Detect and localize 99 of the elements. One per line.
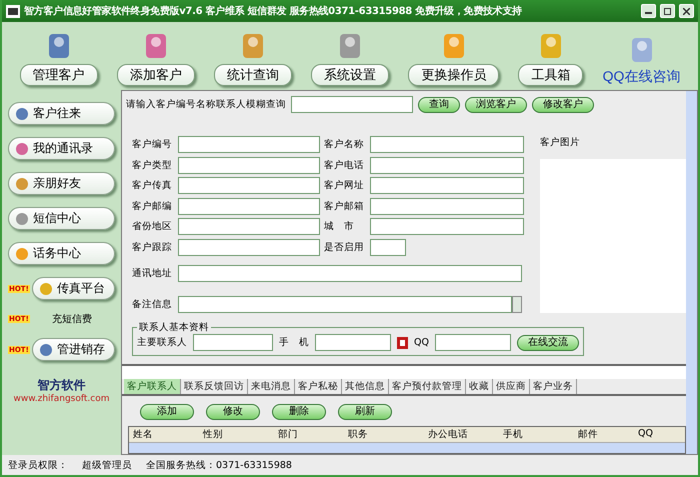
sidebar-icon (15, 106, 29, 120)
text-field[interactable] (370, 238, 406, 256)
search-button[interactable]: 浏览客户 (465, 96, 527, 112)
toolbar-button[interactable]: 更换操作员 (408, 64, 500, 86)
column-header: 性别 (202, 428, 224, 442)
field-label: 客户网址 (324, 179, 365, 192)
sidebar-link[interactable]: 充短信费 (32, 312, 92, 326)
text-field[interactable] (178, 156, 320, 174)
close-button[interactable] (679, 4, 694, 18)
minimize-button[interactable] (641, 4, 656, 18)
field-label: 主要联系人 (137, 336, 187, 349)
text-field[interactable] (370, 156, 524, 174)
phone-icon[interactable] (397, 336, 408, 348)
status-text: 登录员权限： (8, 458, 68, 472)
detail-tab[interactable]: 客户私秘 (295, 379, 342, 394)
qq-consult-link[interactable]: QQ在线咨询 (602, 68, 680, 86)
detail-tab[interactable]: 收藏 (466, 379, 493, 394)
sidebar-button[interactable]: 管进销存 (32, 338, 115, 361)
sidebar-icon (15, 142, 29, 156)
sidebar-button[interactable]: 话务中心 (8, 242, 115, 265)
sidebar-button[interactable]: 亲朋好友 (8, 172, 115, 195)
search-field[interactable] (291, 96, 413, 113)
field-label: 城 市 (324, 220, 355, 234)
text-field[interactable] (193, 334, 273, 351)
maximize-button[interactable] (660, 4, 675, 18)
column-header: 姓名 (132, 428, 154, 442)
detail-tab[interactable]: 联系反馈回访 (181, 379, 248, 394)
field-label: 客户名称 (324, 138, 365, 152)
field-label: 备注信息 (132, 298, 173, 311)
action-button[interactable]: 删除 (272, 404, 326, 420)
text-field[interactable] (178, 238, 320, 256)
app-icon (6, 4, 20, 18)
field-label: 客户邮箱 (324, 200, 365, 213)
text-field[interactable] (370, 198, 524, 215)
toolbar-button[interactable]: 管理客户 (20, 64, 98, 86)
field-label: 客户类型 (132, 158, 173, 172)
text-field[interactable] (434, 334, 511, 351)
detail-tab[interactable]: 客户业务 (530, 379, 577, 394)
field-label: 客户电话 (324, 158, 365, 172)
sidebar-button[interactable]: 传真平台 (32, 277, 115, 300)
logo-name: 智方软件 (38, 377, 86, 394)
text-field[interactable] (178, 177, 320, 194)
picture-label: 客户图片 (540, 136, 581, 149)
toolbar-button[interactable]: 添加客户 (116, 64, 195, 86)
sidebar-button[interactable]: 客户往来 (8, 102, 115, 125)
sidebar-button[interactable]: 我的通讯录 (8, 137, 115, 160)
detail-tab[interactable]: 来电消息 (248, 379, 295, 394)
column-header: 手机 (502, 428, 524, 442)
sidebar-button[interactable]: 短信中心 (8, 207, 115, 230)
sidebar-icon (15, 212, 29, 226)
search-label: 请输入客户编号名称联系人模糊查询 (126, 98, 286, 111)
remarks-field[interactable] (178, 296, 512, 313)
detail-tab[interactable]: 供应商 (493, 379, 530, 394)
address-field[interactable] (178, 265, 522, 282)
field-label: 客户编号 (132, 138, 173, 152)
column-header: 办公电话 (427, 428, 469, 442)
text-field[interactable] (178, 218, 320, 236)
window-title: 智方客户信息好管家软件终身免费版v7.6 客户维系 短信群发 服务热线0371-63315988 免费升级，免费技术支持 (24, 4, 523, 18)
action-button[interactable]: 添加 (140, 404, 194, 420)
column-header: 职务 (347, 428, 369, 442)
text-field[interactable] (178, 198, 320, 215)
field-label: 是否启用 (324, 240, 365, 254)
text-field[interactable] (315, 334, 391, 351)
text-field[interactable] (370, 218, 524, 236)
field-label: 客户跟踪 (132, 240, 173, 254)
status-text: 全国服务热线：0371-63315988 (146, 458, 292, 472)
action-button[interactable]: 刷新 (338, 404, 392, 420)
sidebar-icon (38, 282, 53, 296)
detail-tab[interactable]: 客户联系人 (124, 379, 181, 394)
text-field[interactable] (178, 136, 320, 154)
detail-tab[interactable]: 客户预付款管理 (389, 379, 466, 394)
text-field[interactable] (370, 177, 524, 194)
chat-button[interactable]: 在线交流 (516, 334, 579, 350)
column-header: QQ (637, 427, 654, 441)
spin-control[interactable] (512, 296, 522, 313)
text-field[interactable] (370, 136, 524, 154)
toolbar-button[interactable]: 统计查询 (214, 64, 292, 86)
field-label: 省份地区 (132, 220, 173, 234)
close-icon (683, 8, 690, 14)
group-title: 联系人基本资料 (138, 321, 210, 334)
toolbar-button[interactable]: 工具箱 (518, 64, 584, 86)
status-text: 超级管理员 (82, 458, 132, 472)
maximize-icon (664, 8, 671, 14)
sidebar-icon (15, 176, 29, 190)
column-header: 部门 (277, 428, 299, 442)
field-label: 客户传真 (132, 179, 173, 192)
column-header: 邮件 (577, 428, 599, 442)
field-label: 手 机 (279, 336, 309, 349)
sidebar-icon (38, 342, 53, 356)
toolbar-button[interactable]: 系统设置 (311, 64, 390, 86)
field-label: QQ (414, 337, 429, 348)
search-button[interactable]: 查询 (418, 96, 460, 112)
field-label: 通讯地址 (132, 267, 173, 280)
sidebar-icon (15, 246, 29, 260)
logo-url: www.zhifangsoft.com (14, 394, 110, 404)
action-button[interactable]: 修改 (206, 404, 260, 420)
field-label: 客户邮编 (132, 200, 173, 213)
detail-tab[interactable]: 其他信息 (342, 379, 389, 394)
search-button[interactable]: 修改客户 (532, 96, 594, 112)
